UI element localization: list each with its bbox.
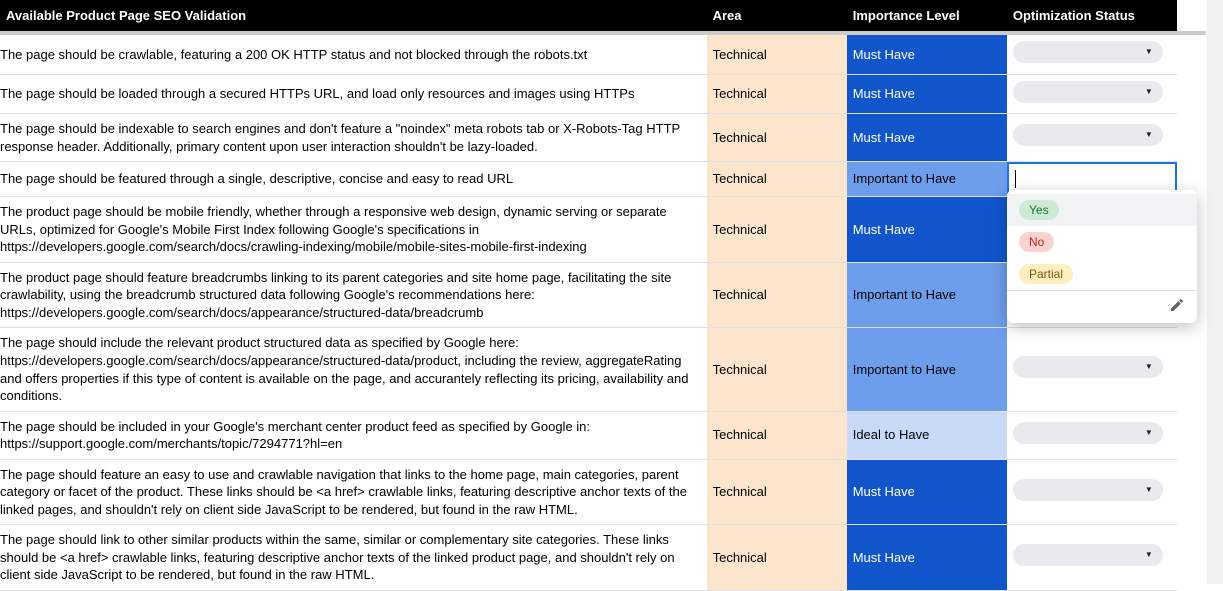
table-row[interactable]: The page should be crawlable, featuring …: [0, 35, 1177, 74]
area-cell[interactable]: Technical: [707, 328, 847, 411]
area-cell[interactable]: Technical: [707, 114, 847, 162]
pencil-icon[interactable]: [1169, 297, 1185, 313]
validation-cell[interactable]: The page should include the relevant pro…: [0, 328, 707, 411]
validation-cell[interactable]: The page should be indexable to search e…: [0, 114, 707, 162]
dropdown-footer: [1007, 290, 1197, 319]
importance-cell[interactable]: Must Have: [847, 114, 1007, 162]
validation-cell[interactable]: The page should feature an easy to use a…: [0, 459, 707, 525]
area-cell[interactable]: Technical: [707, 74, 847, 114]
importance-cell[interactable]: Must Have: [847, 35, 1007, 74]
status-cell[interactable]: [1007, 525, 1177, 591]
validation-cell[interactable]: The page should be included in your Goog…: [0, 411, 707, 459]
importance-cell[interactable]: Important to Have: [847, 262, 1007, 328]
status-cell[interactable]: [1007, 74, 1177, 114]
tag-partial: Partial: [1019, 264, 1073, 284]
tag-no: No: [1019, 232, 1054, 252]
table-row[interactable]: The page should link to other similar pr…: [0, 525, 1177, 591]
area-cell[interactable]: Technical: [707, 525, 847, 591]
status-cell[interactable]: [1007, 114, 1177, 162]
validation-cell[interactable]: The page should be crawlable, featuring …: [0, 35, 707, 74]
importance-cell[interactable]: Important to Have: [847, 162, 1007, 197]
seo-validation-table-body: The page should be crawlable, featuring …: [0, 35, 1177, 591]
validation-cell[interactable]: The page should be loaded through a secu…: [0, 74, 707, 114]
table-row[interactable]: The page should include the relevant pro…: [0, 328, 1177, 411]
area-cell[interactable]: Technical: [707, 35, 847, 74]
status-select-pill[interactable]: [1013, 544, 1163, 566]
validation-cell[interactable]: The product page should feature breadcru…: [0, 262, 707, 328]
status-cell[interactable]: [1007, 328, 1177, 411]
importance-cell[interactable]: Must Have: [847, 459, 1007, 525]
area-cell[interactable]: Technical: [707, 162, 847, 197]
dropdown-option-partial[interactable]: Partial: [1007, 258, 1197, 290]
validation-cell[interactable]: The product page should be mobile friend…: [0, 197, 707, 263]
area-cell[interactable]: Technical: [707, 262, 847, 328]
status-select-pill[interactable]: [1013, 124, 1163, 146]
table-header-row: Available Product Page SEO Validation Ar…: [0, 0, 1177, 31]
validation-cell[interactable]: The page should be featured through a si…: [0, 162, 707, 197]
table-row[interactable]: The page should feature an easy to use a…: [0, 459, 1177, 525]
validation-cell[interactable]: The page should link to other similar pr…: [0, 525, 707, 591]
status-select-pill[interactable]: [1013, 81, 1163, 103]
importance-cell[interactable]: Important to Have: [847, 328, 1007, 411]
table-row[interactable]: The product page should be mobile friend…: [0, 197, 1177, 263]
importance-cell[interactable]: Must Have: [847, 197, 1007, 263]
seo-validation-table: Available Product Page SEO Validation Ar…: [0, 0, 1177, 31]
dropdown-option-no[interactable]: No: [1007, 226, 1197, 258]
tag-yes: Yes: [1019, 200, 1059, 220]
status-select-pill[interactable]: [1013, 479, 1163, 501]
header-validation[interactable]: Available Product Page SEO Validation: [0, 0, 707, 31]
vertical-scrollbar[interactable]: [1207, 0, 1223, 584]
importance-cell[interactable]: Ideal to Have: [847, 411, 1007, 459]
table-row[interactable]: The product page should feature breadcru…: [0, 262, 1177, 328]
area-cell[interactable]: Technical: [707, 197, 847, 263]
text-cursor: [1015, 170, 1016, 188]
dropdown-option-yes[interactable]: Yes: [1007, 194, 1197, 226]
status-select-pill[interactable]: [1013, 422, 1163, 444]
importance-cell[interactable]: Must Have: [847, 525, 1007, 591]
table-row[interactable]: The page should be featured through a si…: [0, 162, 1177, 197]
status-cell[interactable]: [1007, 35, 1177, 74]
status-dropdown[interactable]: Yes No Partial: [1007, 190, 1197, 323]
header-area[interactable]: Area: [707, 0, 847, 31]
header-importance[interactable]: Importance Level: [847, 0, 1007, 31]
status-select-pill[interactable]: [1013, 356, 1163, 378]
table-row[interactable]: The page should be indexable to search e…: [0, 114, 1177, 162]
table-row[interactable]: The page should be loaded through a secu…: [0, 74, 1177, 114]
table-row[interactable]: The page should be included in your Goog…: [0, 411, 1177, 459]
area-cell[interactable]: Technical: [707, 411, 847, 459]
status-cell[interactable]: [1007, 459, 1177, 525]
status-cell[interactable]: [1007, 411, 1177, 459]
status-select-pill[interactable]: [1013, 41, 1163, 63]
importance-cell[interactable]: Must Have: [847, 74, 1007, 114]
area-cell[interactable]: Technical: [707, 459, 847, 525]
header-status[interactable]: Optimization Status: [1007, 0, 1177, 31]
